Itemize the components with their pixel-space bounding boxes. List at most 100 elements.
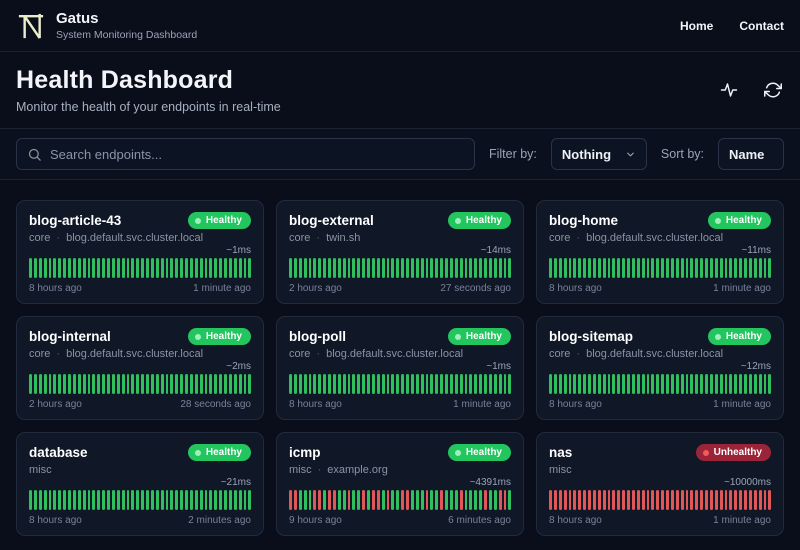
uptime-bar[interactable] <box>136 374 140 394</box>
uptime-bar[interactable] <box>484 374 487 394</box>
uptime-bar[interactable] <box>289 374 292 394</box>
uptime-bar[interactable] <box>602 258 606 278</box>
uptime-bar[interactable] <box>97 258 101 278</box>
uptime-bar[interactable] <box>318 374 322 394</box>
uptime-bar[interactable] <box>204 374 208 394</box>
uptime-bar[interactable] <box>425 490 429 510</box>
uptime-bar[interactable] <box>700 374 703 394</box>
uptime-bar[interactable] <box>549 374 552 394</box>
uptime-bar[interactable] <box>641 374 645 394</box>
uptime-bar[interactable] <box>396 490 400 510</box>
uptime-bars[interactable] <box>29 258 252 278</box>
uptime-bar[interactable] <box>150 258 154 278</box>
uptime-bar[interactable] <box>228 374 232 394</box>
uptime-bar[interactable] <box>641 258 645 278</box>
uptime-bar[interactable] <box>583 490 586 510</box>
uptime-bars[interactable] <box>549 490 772 510</box>
uptime-bar[interactable] <box>33 490 37 510</box>
uptime-bar[interactable] <box>549 258 552 278</box>
uptime-bar[interactable] <box>248 374 252 394</box>
uptime-bar[interactable] <box>709 374 713 394</box>
uptime-bar[interactable] <box>425 374 429 394</box>
uptime-bar[interactable] <box>588 258 591 278</box>
uptime-bar[interactable] <box>107 374 110 394</box>
uptime-bar[interactable] <box>170 374 174 394</box>
uptime-bar[interactable] <box>415 490 419 510</box>
uptime-bar[interactable] <box>617 490 621 510</box>
uptime-bar[interactable] <box>440 490 443 510</box>
uptime-bar[interactable] <box>435 490 439 510</box>
uptime-bar[interactable] <box>641 490 645 510</box>
uptime-bar[interactable] <box>415 374 419 394</box>
uptime-bar[interactable] <box>189 374 193 394</box>
uptime-bar[interactable] <box>219 258 222 278</box>
uptime-bar[interactable] <box>695 258 699 278</box>
uptime-bar[interactable] <box>146 374 149 394</box>
uptime-bar[interactable] <box>705 490 708 510</box>
uptime-bar[interactable] <box>209 258 213 278</box>
uptime-bar[interactable] <box>445 490 448 510</box>
uptime-bar[interactable] <box>199 490 203 510</box>
uptime-bar[interactable] <box>371 374 375 394</box>
uptime-bar[interactable] <box>97 490 101 510</box>
uptime-bar[interactable] <box>328 258 331 278</box>
uptime-bar[interactable] <box>724 490 728 510</box>
uptime-bar[interactable] <box>381 258 385 278</box>
uptime-bar[interactable] <box>92 374 96 394</box>
uptime-bar[interactable] <box>111 374 115 394</box>
uptime-bar[interactable] <box>474 374 478 394</box>
uptime-bar[interactable] <box>33 374 37 394</box>
uptime-bar[interactable] <box>293 374 297 394</box>
uptime-bar[interactable] <box>459 374 463 394</box>
uptime-bar[interactable] <box>705 258 708 278</box>
uptime-bar[interactable] <box>435 374 439 394</box>
uptime-bar[interactable] <box>293 258 297 278</box>
nav-link-contact[interactable]: Contact <box>739 19 784 33</box>
uptime-bar[interactable] <box>126 258 130 278</box>
uptime-bar[interactable] <box>763 490 767 510</box>
uptime-bar[interactable] <box>597 374 601 394</box>
uptime-bar[interactable] <box>43 258 47 278</box>
uptime-bar[interactable] <box>709 490 713 510</box>
uptime-bars[interactable] <box>29 490 252 510</box>
uptime-bar[interactable] <box>77 374 81 394</box>
endpoint-card[interactable]: blog-home Healthy core · blog.default.sv… <box>536 200 784 304</box>
brand[interactable]: Gatus System Monitoring Dashboard <box>16 10 197 41</box>
uptime-bar[interactable] <box>503 490 507 510</box>
uptime-bar[interactable] <box>573 374 577 394</box>
uptime-bar[interactable] <box>700 258 703 278</box>
uptime-bar[interactable] <box>690 490 694 510</box>
uptime-bar[interactable] <box>631 258 635 278</box>
uptime-bar[interactable] <box>136 258 140 278</box>
uptime-bar[interactable] <box>420 258 424 278</box>
uptime-bar[interactable] <box>401 490 404 510</box>
uptime-bar[interactable] <box>318 490 322 510</box>
uptime-bar[interactable] <box>165 490 169 510</box>
uptime-bar[interactable] <box>146 258 149 278</box>
uptime-bar[interactable] <box>371 490 375 510</box>
uptime-bar[interactable] <box>146 490 149 510</box>
uptime-bar[interactable] <box>204 258 208 278</box>
uptime-bar[interactable] <box>612 258 616 278</box>
uptime-bar[interactable] <box>248 258 252 278</box>
uptime-bar[interactable] <box>180 490 183 510</box>
uptime-bar[interactable] <box>651 258 655 278</box>
uptime-bar[interactable] <box>666 490 669 510</box>
uptime-bars[interactable] <box>549 258 772 278</box>
uptime-bar[interactable] <box>680 490 684 510</box>
uptime-bar[interactable] <box>224 374 227 394</box>
uptime-bar[interactable] <box>454 374 458 394</box>
uptime-bar[interactable] <box>410 374 414 394</box>
uptime-bar[interactable] <box>116 374 120 394</box>
uptime-bar[interactable] <box>48 490 52 510</box>
uptime-bar[interactable] <box>563 258 567 278</box>
uptime-bar[interactable] <box>194 258 198 278</box>
uptime-bar[interactable] <box>92 490 96 510</box>
uptime-bar[interactable] <box>102 490 105 510</box>
uptime-bar[interactable] <box>508 374 512 394</box>
uptime-bar[interactable] <box>695 490 699 510</box>
uptime-bar[interactable] <box>131 374 135 394</box>
uptime-bar[interactable] <box>729 490 733 510</box>
uptime-bar[interactable] <box>63 490 66 510</box>
uptime-bar[interactable] <box>194 490 198 510</box>
